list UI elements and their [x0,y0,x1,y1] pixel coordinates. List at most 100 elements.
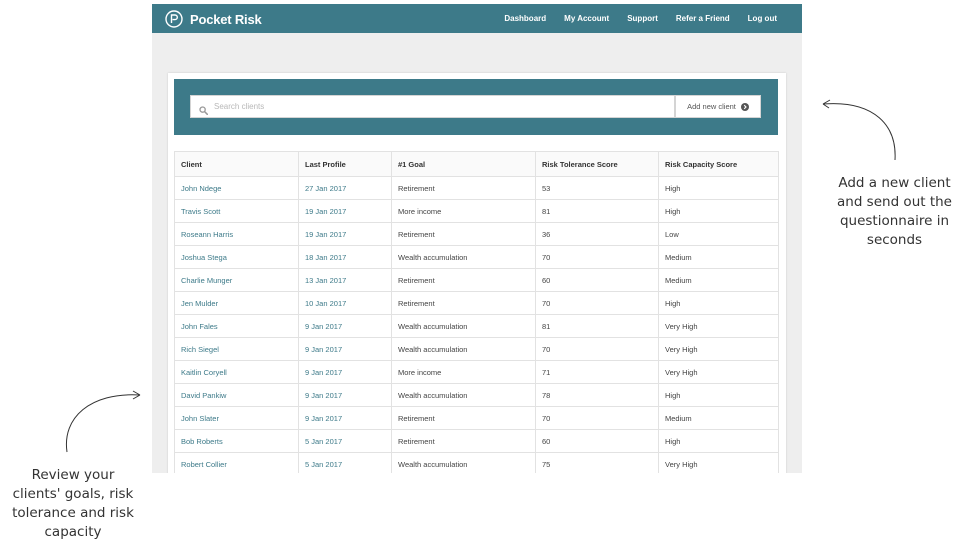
clients-table-body: John Ndege 27 Jan 2017 Retirement 53 High Tra… [174,176,779,473]
risk-capacity-cell: High [658,429,779,453]
annotation-line: tolerance and risk [12,505,134,521]
table-row[interactable]: John Slater 9 Jan 2017 Retirement 70 Medium [174,406,779,430]
annotation-arrow-left [65,390,141,453]
column-header-last-profile[interactable]: Last Profile [298,151,392,177]
table-row[interactable]: Charlie Munger 13 Jan 2017 Retirement 60 Med… [174,268,779,292]
annotation-line: Review your [31,467,115,483]
risk-capacity-cell: Very High [658,337,779,361]
column-header-risk-tolerance[interactable]: Risk Tolerance Score [535,151,659,177]
goal-cell: Retirement [391,268,536,292]
goal-cell: More income [391,360,536,384]
table-row[interactable]: Roseann Harris 19 Jan 2017 Retirement 36 Low [174,222,779,246]
risk-capacity-cell: High [658,291,779,315]
nav-log-out[interactable]: Log out [748,14,777,23]
last-profile-date[interactable]: 18 Jan 2017 [298,245,392,269]
nav-dashboard[interactable]: Dashboard [504,14,546,23]
annotation-review-clients: Review your clients' goals, risk toleran… [5,466,141,542]
client-name-link[interactable]: David Pankiw [174,383,299,407]
client-name-link[interactable]: Bob Roberts [174,429,299,453]
goal-cell: Wealth accumulation [391,452,536,473]
risk-tolerance-cell: 60 [535,429,659,453]
client-name-link[interactable]: John Ndege [174,176,299,200]
search-box[interactable] [190,95,675,118]
table-row[interactable]: Joshua Stega 18 Jan 2017 Wealth accumulati… [174,245,779,269]
column-header-risk-capacity[interactable]: Risk Capacity Score [658,151,779,177]
risk-tolerance-cell: 53 [535,176,659,200]
goal-cell: Retirement [391,222,536,246]
risk-tolerance-cell: 70 [535,406,659,430]
last-profile-date[interactable]: 27 Jan 2017 [298,176,392,200]
last-profile-date[interactable]: 10 Jan 2017 [298,291,392,315]
last-profile-date[interactable]: 9 Jan 2017 [298,383,392,407]
last-profile-date[interactable]: 9 Jan 2017 [298,314,392,338]
last-profile-date[interactable]: 19 Jan 2017 [298,199,392,223]
top-navbar: Pocket Risk Dashboard My Account Support… [152,4,802,33]
annotation-line: questionnaire in [839,213,950,229]
goal-cell: Wealth accumulation [391,383,536,407]
risk-capacity-cell: High [658,176,779,200]
table-row[interactable]: David Pankiw 9 Jan 2017 Wealth accumulatio… [174,383,779,407]
risk-tolerance-cell: 81 [535,314,659,338]
pocket-risk-logo-icon [165,10,183,28]
client-name-link[interactable]: Joshua Stega [174,245,299,269]
search-panel: Add new client [174,79,778,135]
add-new-client-label: Add new client [687,102,736,111]
last-profile-date[interactable]: 5 Jan 2017 [298,429,392,453]
last-profile-date[interactable]: 5 Jan 2017 [298,452,392,473]
client-name-link[interactable]: John Fales [174,314,299,338]
annotation-line: clients' goals, risk [12,486,134,502]
client-name-link[interactable]: Jen Mulder [174,291,299,315]
brand-name: Pocket Risk [190,11,262,27]
client-name-link[interactable]: Robert Collier [174,452,299,473]
add-new-client-button[interactable]: Add new client [675,95,761,118]
goal-cell: Retirement [391,176,536,200]
brand-logo[interactable]: Pocket Risk [165,8,262,30]
last-profile-date[interactable]: 19 Jan 2017 [298,222,392,246]
clients-table: Client Last Profile #1 Goal Risk Toleran… [174,151,779,473]
goal-cell: Wealth accumulation [391,337,536,361]
column-header-client[interactable]: Client [174,151,299,177]
table-row[interactable]: Robert Collier 5 Jan 2017 Wealth accumulat… [174,452,779,473]
table-row[interactable]: Kaitlin Coryell 9 Jan 2017 More income 71 Ve… [174,360,779,384]
risk-tolerance-cell: 75 [535,452,659,473]
client-name-link[interactable]: Charlie Munger [174,268,299,292]
risk-capacity-cell: Medium [658,406,779,430]
nav-support[interactable]: Support [627,14,658,23]
table-row[interactable]: Bob Roberts 5 Jan 2017 Retirement 60 High [174,429,779,453]
client-name-link[interactable]: Kaitlin Coryell [174,360,299,384]
table-row[interactable]: Rich Siegel 9 Jan 2017 Wealth accumulation… [174,337,779,361]
table-header-row: Client Last Profile #1 Goal Risk Toleran… [174,151,779,177]
goal-cell: Wealth accumulation [391,245,536,269]
client-name-link[interactable]: John Slater [174,406,299,430]
nav-refer-a-friend[interactable]: Refer a Friend [676,14,730,23]
table-row[interactable]: John Ndege 27 Jan 2017 Retirement 53 High [174,176,779,200]
goal-cell: Retirement [391,406,536,430]
risk-tolerance-cell: 70 [535,291,659,315]
risk-capacity-cell: High [658,199,779,223]
column-header-goal[interactable]: #1 Goal [391,151,536,177]
risk-tolerance-cell: 36 [535,222,659,246]
search-icon [199,102,209,116]
risk-capacity-cell: High [658,383,779,407]
annotation-line: seconds [866,232,923,248]
last-profile-date[interactable]: 9 Jan 2017 [298,337,392,361]
last-profile-date[interactable]: 13 Jan 2017 [298,268,392,292]
risk-capacity-cell: Very High [658,314,779,338]
table-row[interactable]: John Fales 9 Jan 2017 Wealth accumulation 8… [174,314,779,338]
client-name-link[interactable]: Roseann Harris [174,222,299,246]
risk-capacity-cell: Low [658,222,779,246]
table-row[interactable]: Travis Scott 19 Jan 2017 More income 81 High [174,199,779,223]
client-name-link[interactable]: Rich Siegel [174,337,299,361]
risk-capacity-cell: Very High [658,452,779,473]
pocket-risk-app: Pocket Risk Dashboard My Account Support… [152,4,802,473]
risk-tolerance-cell: 70 [535,337,659,361]
last-profile-date[interactable]: 9 Jan 2017 [298,406,392,430]
table-row[interactable]: Jen Mulder 10 Jan 2017 Retirement 70 High [174,291,779,315]
client-name-link[interactable]: Travis Scott [174,199,299,223]
goal-cell: Retirement [391,429,536,453]
last-profile-date[interactable]: 9 Jan 2017 [298,360,392,384]
goal-cell: More income [391,199,536,223]
nav-my-account[interactable]: My Account [564,14,609,23]
risk-capacity-cell: Medium [658,268,779,292]
search-input[interactable] [214,102,654,111]
